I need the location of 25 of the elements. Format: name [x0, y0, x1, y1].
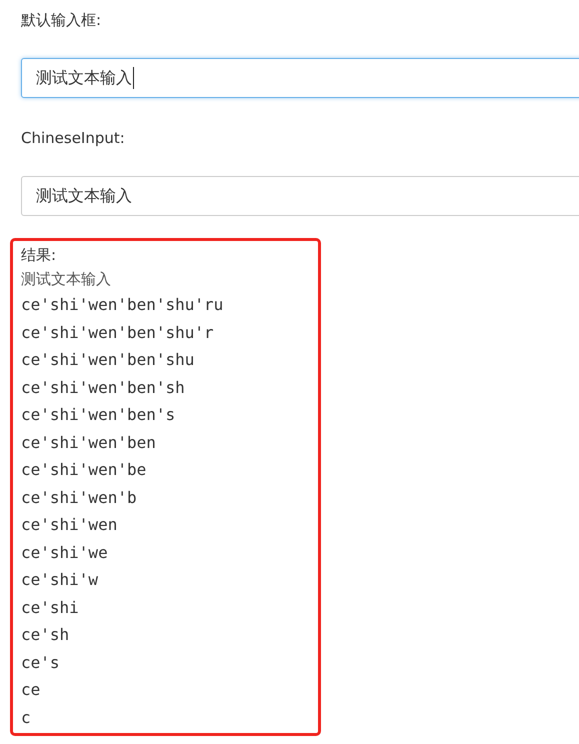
input-value: 测试文本输入 — [36, 68, 132, 88]
pinyin-line: ce'shi'wen'ben'sh — [21, 376, 186, 398]
field-label: 默认输入框: — [21, 10, 102, 31]
result-text: 测试文本输入 — [21, 269, 112, 290]
pinyin-line: ce'shi'wen'ben'shu'ru — [21, 294, 224, 316]
pinyin-line: ce'shi'wen'ben — [21, 432, 157, 454]
pinyin-line: ce'shi'we — [21, 542, 109, 564]
field-label: ChineseInput: — [21, 128, 125, 149]
input-value: 测试文本输入 — [36, 186, 132, 206]
pinyin-line: ce'shi'wen'b — [21, 486, 138, 508]
pinyin-line: ce's — [21, 652, 61, 674]
pinyin-line: ce'shi'wen'ben'shu'r — [21, 322, 215, 344]
input-field[interactable]: 测试文本输入 — [21, 176, 579, 216]
pinyin-line: ce — [21, 679, 42, 701]
pinyin-line: ce'shi'wen — [21, 514, 118, 536]
pinyin-line: ce'shi'wen'ben's — [21, 404, 176, 426]
input-field[interactable]: 测试文本输入 — [21, 58, 579, 98]
pinyin-line: ce'shi'wen'be — [21, 459, 148, 481]
pinyin-line: ce'shi'w — [21, 569, 100, 591]
pinyin-line: ce'sh — [21, 624, 70, 646]
pinyin-line: ce'shi'wen'ben'shu — [21, 349, 196, 371]
result-heading: 结果: — [21, 245, 58, 266]
pinyin-line: c — [21, 706, 32, 728]
pinyin-line: ce'shi — [21, 596, 80, 618]
text-caret-icon — [133, 67, 134, 89]
